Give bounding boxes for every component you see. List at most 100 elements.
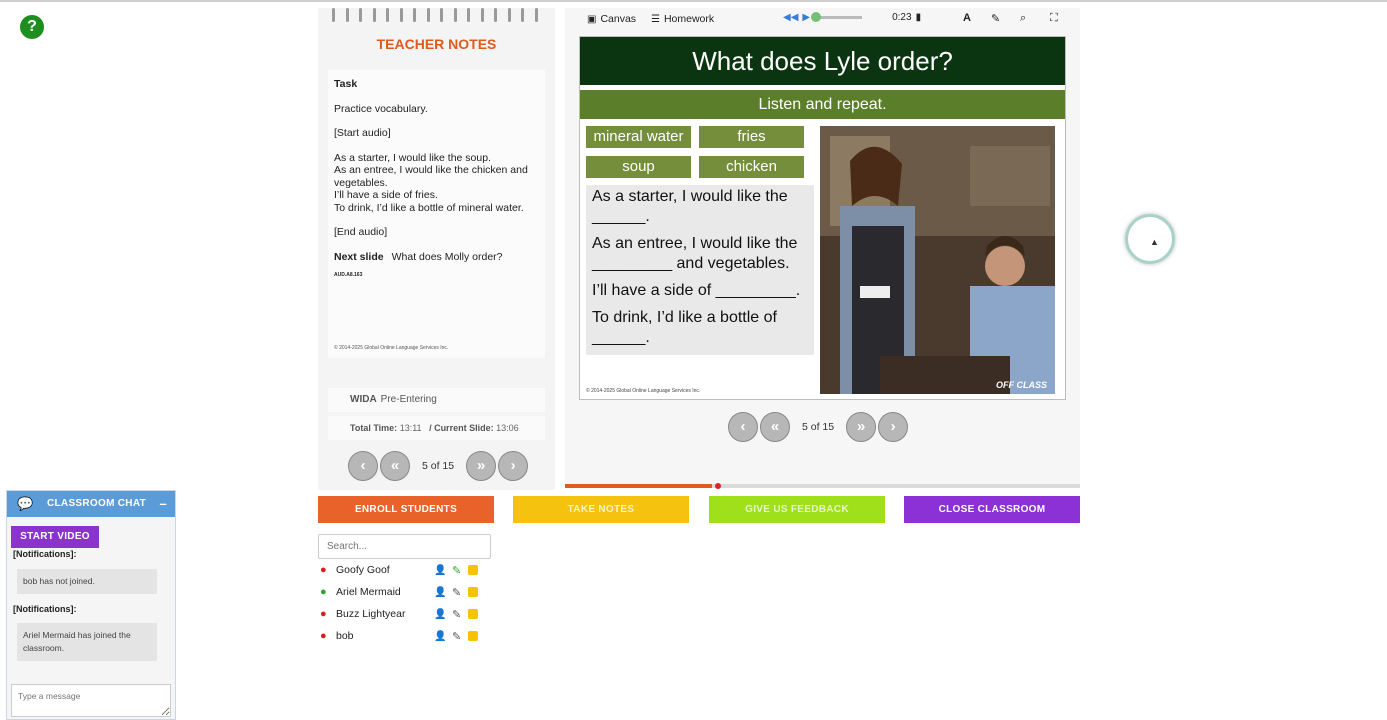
script-line: I’ll have a side of fries. — [334, 189, 438, 201]
remove-student-icon[interactable]: 👤 — [434, 609, 448, 620]
take-notes-button[interactable]: TAKE NOTES — [513, 496, 689, 523]
student-name: Goofy Goof — [336, 564, 390, 576]
script-line: To drink, I’d like a bottle of mineral w… — [334, 201, 524, 214]
canvas-tab[interactable]: ▣ Canvas — [587, 13, 636, 25]
student-joined-icon: ● — [320, 586, 327, 598]
pencil-icon[interactable]: ✎ — [452, 608, 464, 621]
notes-title: TEACHER NOTES — [376, 36, 497, 52]
notes-pager: ‹ « 5 of 15 » › — [348, 451, 529, 481]
offclass-logo: OFF CLASS — [996, 380, 1047, 390]
student-row: ● Goofy Goof 👤 ✎ — [320, 562, 490, 578]
enroll-students-button[interactable]: ENROLL STUDENTS — [318, 496, 494, 523]
rewind-icon[interactable]: ◀◀ — [783, 12, 798, 23]
font-icon[interactable]: A — [963, 12, 971, 24]
student-name: bob — [336, 630, 354, 642]
slide-subtitle: Listen and repeat. — [580, 90, 1065, 119]
image-icon: ▣ — [587, 13, 597, 25]
notes-line: [Start audio] — [334, 127, 391, 139]
task-label: Task — [334, 78, 358, 90]
pencil-icon[interactable]: ✎ — [991, 12, 1000, 25]
note-icon[interactable] — [468, 609, 478, 619]
student-absent-icon: ● — [320, 630, 327, 642]
wida-level: WIDA Pre-Entering — [328, 388, 545, 412]
fullscreen-icon[interactable]: ⛶ — [1050, 12, 1058, 25]
lesson-slide: What does Lyle order? Listen and repeat.… — [579, 36, 1066, 400]
slide-title: What does Lyle order? — [580, 37, 1065, 85]
top-divider — [0, 0, 1387, 2]
slide-toolbar: ▣ Canvas ☰ Homework ◀◀ ▶ 0:23 ▮ A ✎ ⌕ ⛶ — [565, 8, 1080, 32]
first-button[interactable]: « — [380, 451, 410, 481]
remove-student-icon[interactable]: 👤 — [434, 631, 448, 642]
next-button[interactable]: › — [878, 412, 909, 442]
page-indicator: 5 of 15 — [802, 421, 835, 433]
note-icon[interactable] — [468, 565, 478, 575]
pencil-icon[interactable]: ✎ — [452, 586, 464, 599]
progress-marker[interactable] — [715, 483, 721, 489]
pencil-icon[interactable]: ✎ — [452, 564, 464, 577]
start-video-button[interactable]: START VIDEO — [11, 526, 99, 548]
audio-player: ◀◀ ▶ 0:23 ▮ — [783, 12, 921, 23]
slide-copyright: © 2014-2025 Global Online Language Servi… — [586, 388, 701, 394]
audio-scrubber[interactable] — [811, 12, 863, 22]
last-button[interactable]: » — [846, 412, 877, 442]
spiral-binding — [332, 8, 538, 22]
note-icon[interactable] — [468, 587, 478, 597]
end-audio: [End audio] — [334, 226, 388, 238]
restaurant-photo: OFF CLASS — [820, 126, 1055, 394]
sentence-box: As a starter, I would like the ______. A… — [586, 185, 814, 355]
minimize-icon[interactable]: – — [159, 491, 167, 517]
prev-button[interactable]: ‹ — [728, 412, 758, 442]
chat-title: CLASSROOM CHAT — [47, 498, 147, 509]
notes-card: Task Practice vocabulary. [Start audio] … — [328, 70, 545, 358]
sentence: As a starter, I would like the ______. — [592, 188, 788, 225]
feedback-button[interactable]: GIVE US FEEDBACK — [709, 496, 885, 523]
pencil-icon[interactable]: ✎ — [452, 630, 464, 643]
word-box: chicken — [699, 156, 804, 178]
lesson-progress[interactable] — [565, 483, 1080, 489]
next-slide: Next slide What does Molly order? — [334, 250, 503, 263]
page-indicator: 5 of 15 — [422, 460, 455, 472]
battery-icon: ▮ — [915, 12, 922, 23]
script-line: As a starter, I would like the soup. — [334, 151, 491, 164]
word-box: fries — [699, 126, 804, 148]
note-icon[interactable] — [468, 631, 478, 641]
student-search-input[interactable] — [318, 534, 491, 559]
remove-student-icon[interactable]: 👤 — [434, 565, 448, 576]
student-row: ● Buzz Lightyear 👤 ✎ — [320, 606, 490, 622]
prev-button[interactable]: ‹ — [348, 451, 378, 481]
student-name: Buzz Lightyear — [336, 608, 406, 620]
remove-student-icon[interactable]: 👤 — [434, 587, 448, 598]
slide-pager: ‹ « 5 of 15 » › — [728, 412, 909, 442]
list-icon: ☰ — [651, 13, 660, 25]
help-icon[interactable]: ? — [20, 15, 44, 39]
word-box: mineral water — [586, 126, 691, 148]
play-icon[interactable]: ▶ — [802, 12, 810, 23]
student-row: ● Ariel Mermaid 👤 ✎ — [320, 584, 490, 600]
teacher-notes-panel: TEACHER NOTES Task Practice vocabulary. … — [318, 8, 555, 490]
slide-panel: ▣ Canvas ☰ Homework ◀◀ ▶ 0:23 ▮ A ✎ ⌕ ⛶ Wh… — [565, 8, 1080, 489]
search-icon[interactable]: ⌕ — [1020, 12, 1026, 25]
student-row: ● bob 👤 ✎ — [320, 628, 490, 644]
chat-message: bob has not joined. — [17, 569, 157, 594]
notification-label: [Notifications]: — [13, 549, 77, 559]
close-classroom-button[interactable]: CLOSE CLASSROOM — [904, 496, 1080, 523]
sentence: As an entree, I would like the _________… — [592, 235, 798, 272]
progress-fill — [565, 484, 712, 488]
script-line: As an entree, I would like the chicken a… — [334, 164, 528, 189]
first-button[interactable]: « — [760, 412, 790, 442]
notes-copyright: © 2014-2025 Global Online Language Servi… — [334, 344, 449, 351]
next-button[interactable]: › — [498, 451, 529, 481]
word-box: soup — [586, 156, 691, 178]
sentence: To drink, I’d like a bottle of ______. — [592, 309, 777, 346]
student-absent-icon: ● — [320, 608, 327, 620]
audio-time: 0:23 — [892, 12, 912, 23]
chat-header[interactable]: 💬 CLASSROOM CHAT – — [7, 491, 175, 517]
last-button[interactable]: » — [466, 451, 497, 481]
classroom-chat: 💬 CLASSROOM CHAT – [Notifications]: STAR… — [6, 490, 176, 720]
homework-tab[interactable]: ☰ Homework — [651, 13, 714, 25]
notes-line: Practice vocabulary. — [334, 102, 428, 115]
chat-message-input[interactable] — [11, 684, 171, 717]
cursor-indicator: ▲ — [1125, 214, 1175, 264]
student-name: Ariel Mermaid — [336, 586, 401, 598]
slide-code: AUD.A8.163 — [334, 272, 363, 278]
